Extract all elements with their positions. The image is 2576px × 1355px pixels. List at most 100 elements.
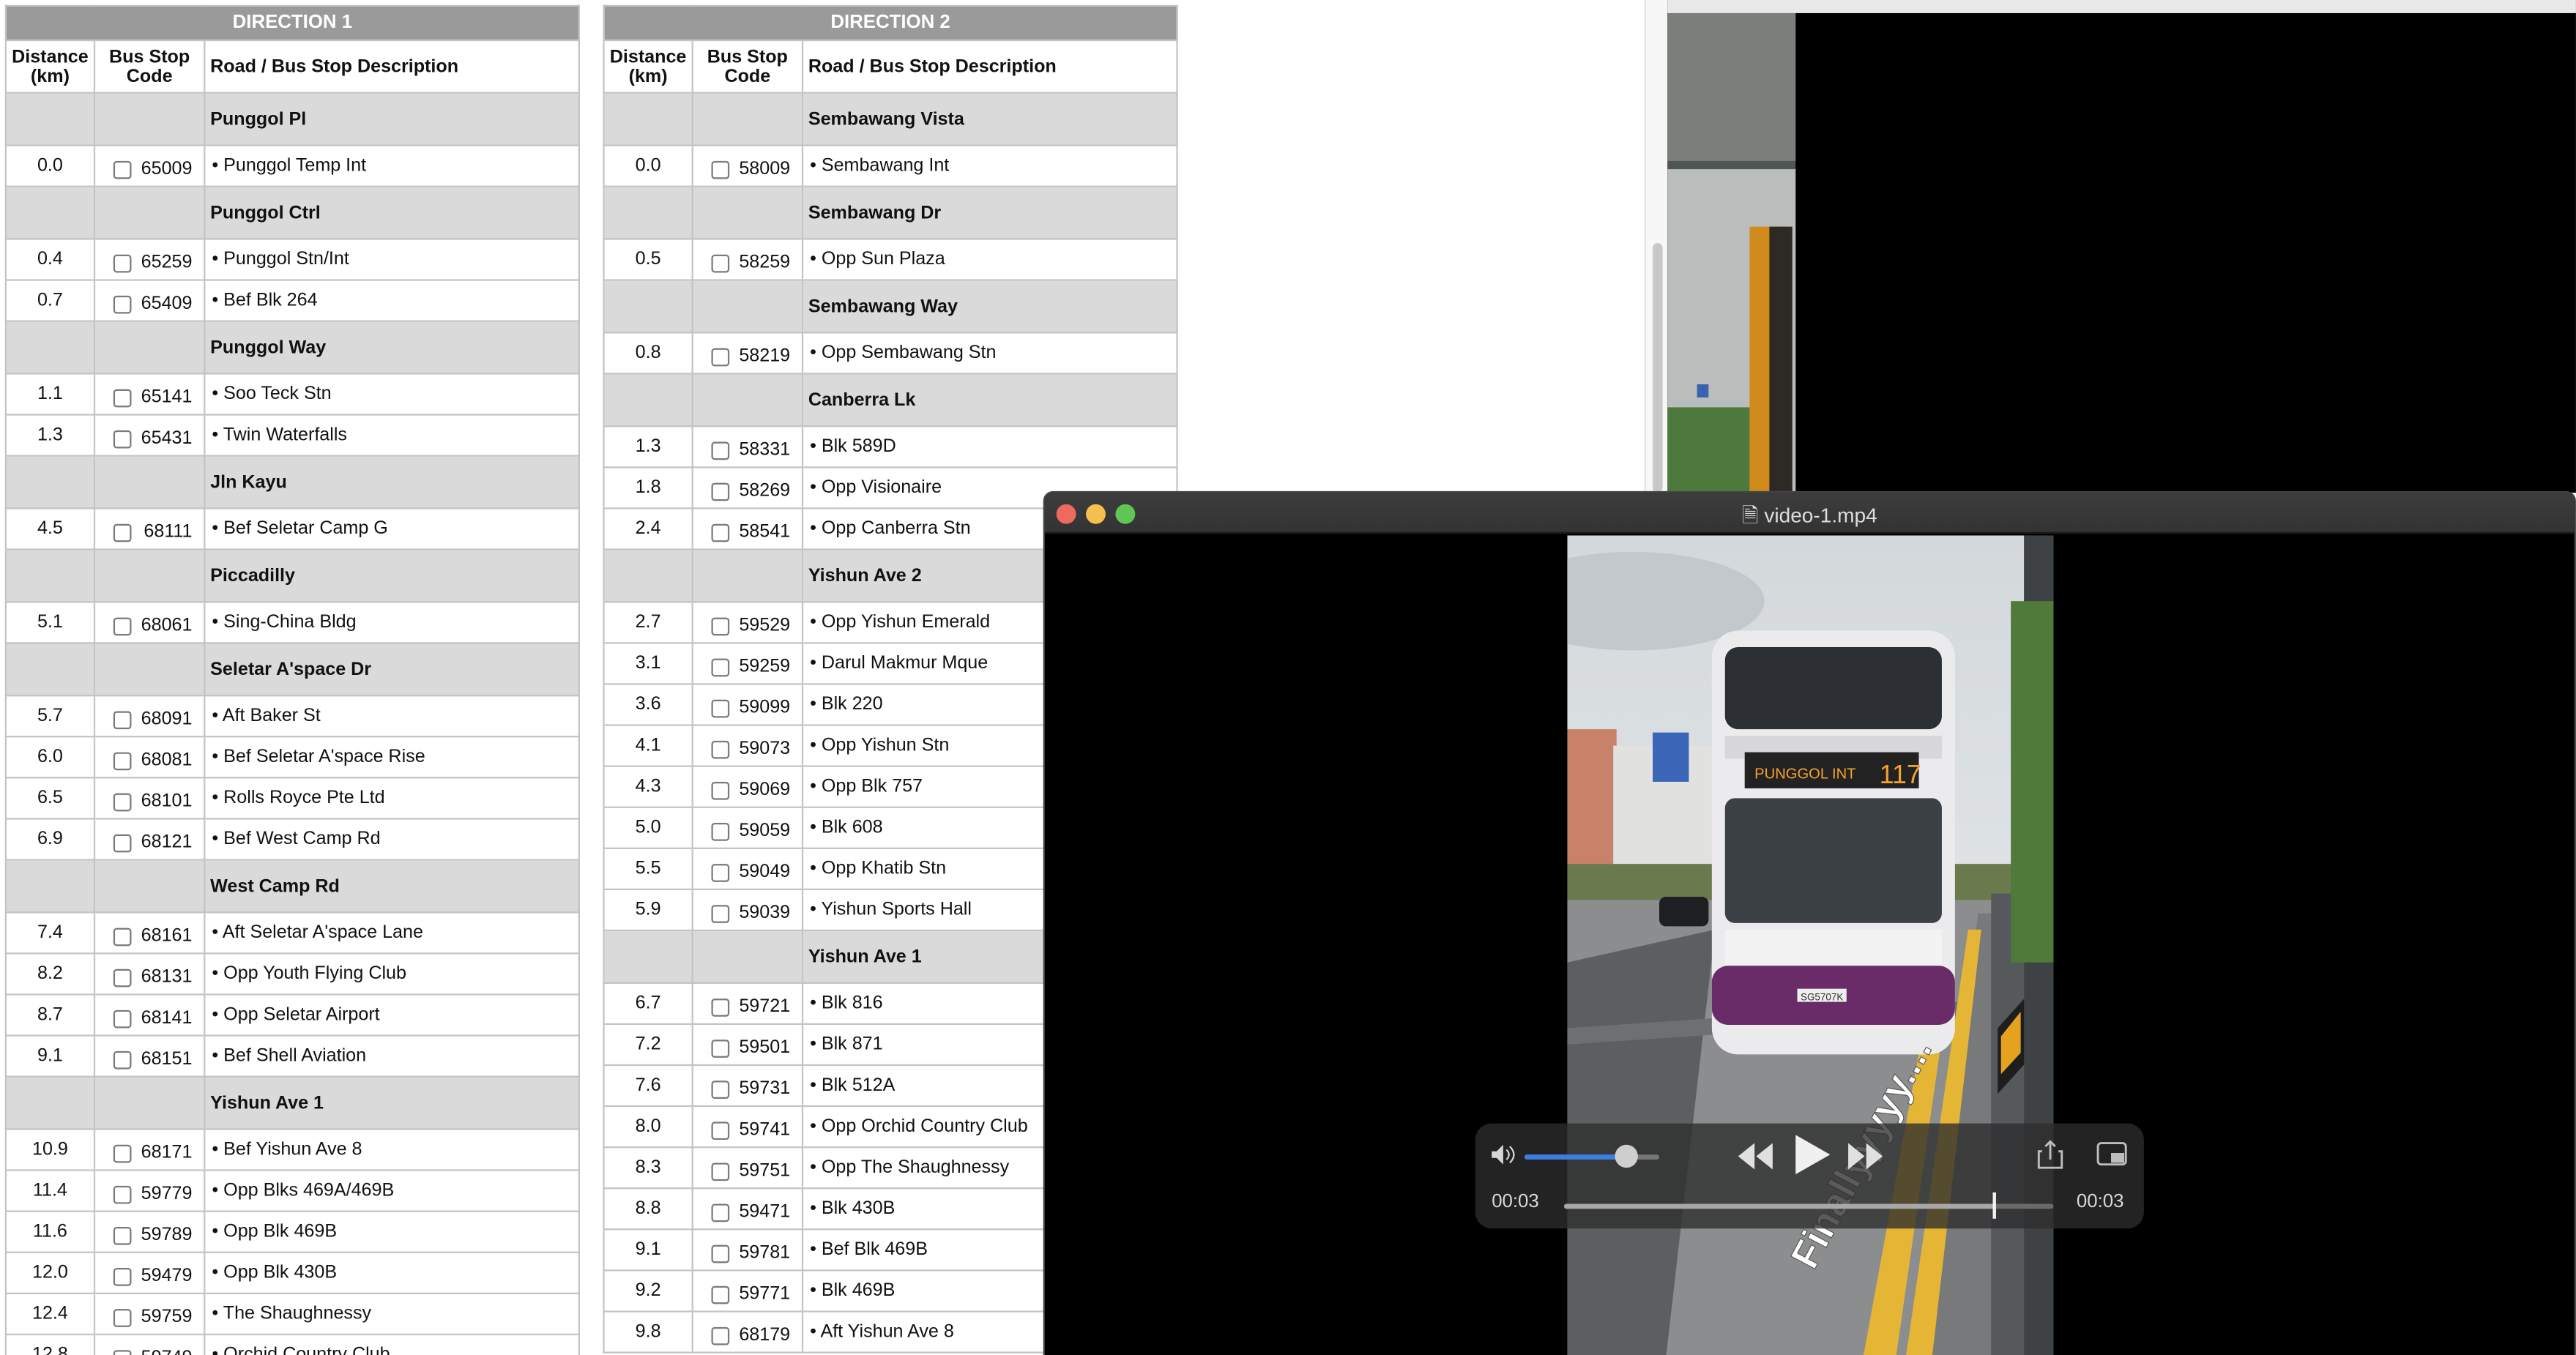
bus-stop-name: • Aft Seletar A'space Lane: [204, 911, 580, 955]
bus-stop-checkbox[interactable]: [711, 1326, 730, 1345]
bus-stop-checkbox[interactable]: [113, 927, 132, 947]
bus-stop-checkbox[interactable]: [113, 254, 132, 273]
bus-stop-checkbox[interactable]: [711, 160, 730, 179]
bus-stop-checkbox[interactable]: [113, 1050, 132, 1070]
bus-stop-checkbox[interactable]: [113, 1009, 132, 1029]
bus-stop-checkbox[interactable]: [711, 699, 730, 718]
bus-stop-code: 68161: [141, 926, 193, 947]
distance-cell: 8.7: [4, 993, 96, 1037]
speaker-icon[interactable]: [1490, 1143, 1519, 1166]
playhead[interactable]: [1993, 1192, 1997, 1219]
empty-cell: [691, 92, 804, 146]
empty-cell: [93, 185, 206, 240]
road-section-row: Sembawang Vista: [603, 92, 1178, 146]
scrollbar-thumb[interactable]: [1653, 243, 1663, 493]
bus-stop-row: 10.9 68171 • Bef Yishun Ave 8: [4, 1128, 580, 1171]
bus-stop-checkbox[interactable]: [113, 834, 132, 853]
bus-stop-name: • Punggol Stn/Int: [204, 238, 580, 281]
bus-stop-checkbox[interactable]: [711, 617, 730, 636]
bus-stop-checkbox[interactable]: [711, 348, 730, 367]
play-icon[interactable]: [1793, 1133, 1832, 1176]
bus-stop-code: 59751: [739, 1161, 791, 1182]
bus-stop-checkbox[interactable]: [711, 1121, 730, 1141]
bus-stop-checkbox[interactable]: [113, 968, 132, 988]
volume-level: [1525, 1154, 1627, 1160]
bus-stop-checkbox[interactable]: [113, 1268, 132, 1286]
bus-stop-code-header: Bus Stop Code: [93, 39, 206, 94]
document-icon: 🗎: [1741, 504, 1759, 528]
bus-stop-row: 6.9 68121 • Bef West Camp Rd: [4, 818, 580, 861]
bus-stop-checkbox[interactable]: [711, 1203, 730, 1223]
bus-stop-checkbox[interactable]: [113, 1350, 132, 1355]
bus-stop-checkbox[interactable]: [711, 1285, 730, 1304]
bus-stop-checkbox[interactable]: [113, 1226, 132, 1245]
bus-stop-checkbox[interactable]: [113, 617, 132, 636]
bus-stop-code: 58269: [739, 481, 791, 501]
bus-stop-checkbox[interactable]: [711, 1039, 730, 1058]
description-header: Road / Bus Stop Description: [801, 39, 1178, 94]
share-icon[interactable]: [2037, 1140, 2063, 1169]
picture-in-picture-icon[interactable]: [2096, 1141, 2129, 1168]
direction-1-title: DIRECTION 1: [4, 4, 580, 42]
window-title-bar[interactable]: 🗎 video-1.mp4: [1044, 493, 2575, 534]
road-name: Sembawang Dr: [801, 185, 1178, 240]
bus-stop-checkbox[interactable]: [711, 482, 730, 501]
distance-cell: 1.3: [4, 414, 96, 457]
bus-stop-checkbox[interactable]: [113, 160, 132, 179]
bus-stop-code: 68101: [141, 791, 193, 812]
rewind-icon[interactable]: [1738, 1143, 1774, 1170]
distance-cell: 6.0: [4, 736, 96, 779]
distance-cell: 9.8: [603, 1310, 693, 1354]
bus-stop-checkbox[interactable]: [113, 711, 132, 730]
bus-stop-name: • Punggol Temp Int: [204, 144, 580, 187]
bus-stop-code-cell: 59779: [93, 1169, 206, 1212]
bus-stop-checkbox[interactable]: [711, 1244, 730, 1263]
direction-1-table: DIRECTION 1 Distance (km) Bus Stop Code …: [4, 4, 580, 1355]
bus-stop-code: 68061: [141, 616, 193, 636]
distance-cell: 0.0: [4, 144, 96, 187]
bus-stop-checkbox[interactable]: [711, 740, 730, 759]
bus-stop-checkbox[interactable]: [113, 752, 132, 771]
bus-stop-checkbox[interactable]: [711, 823, 730, 841]
bus-stop-code: 59049: [739, 862, 791, 882]
bus-stop-code: 59781: [739, 1243, 791, 1263]
bus-stop-checkbox[interactable]: [711, 441, 730, 460]
bus-stop-checkbox[interactable]: [711, 523, 730, 542]
volume-knob[interactable]: [1615, 1144, 1639, 1168]
fast-forward-icon[interactable]: [1848, 1143, 1884, 1170]
bus-stop-checkbox[interactable]: [711, 905, 730, 923]
bus-stop-checkbox[interactable]: [711, 1080, 730, 1099]
bus-stop-checkbox[interactable]: [711, 864, 730, 882]
current-time: 00:03: [1492, 1192, 1539, 1212]
bus-stop-code-cell: 65431: [93, 414, 206, 457]
distance-cell: 7.4: [4, 911, 96, 955]
bus-stop-checkbox[interactable]: [113, 523, 132, 542]
road-name: Punggol Way: [204, 320, 580, 375]
bus-stop-row: 0.4 65259 • Punggol Stn/Int: [4, 238, 580, 281]
empty-cell: [4, 320, 96, 375]
bus-stop-code: 59789: [141, 1225, 193, 1245]
bus-stop-checkbox[interactable]: [113, 1309, 132, 1327]
bus-stop-checkbox[interactable]: [113, 430, 132, 449]
bus-stop-code-cell: 68091: [93, 695, 206, 738]
bus-stop-checkbox[interactable]: [711, 1162, 730, 1182]
bus-stop-checkbox[interactable]: [711, 781, 730, 800]
bus-stop-checkbox[interactable]: [113, 1185, 132, 1204]
playback-controls[interactable]: 00:03 00:03: [1475, 1123, 2144, 1229]
bus-stop-checkbox[interactable]: [113, 295, 132, 314]
bus-stop-code-cell: 59741: [691, 1105, 804, 1149]
bus-stop-checkbox[interactable]: [711, 998, 730, 1017]
background-video-window[interactable]: [1667, 0, 2576, 498]
bus-stop-checkbox[interactable]: [113, 389, 132, 408]
distance-cell: 1.1: [4, 373, 96, 416]
bus-stop-code-cell: 59259: [691, 642, 804, 685]
bus-stop-row: 5.1 68061 • Sing-China Bldg: [4, 601, 580, 644]
bus-stop-row: 1.1 65141 • Soo Teck Stn: [4, 373, 580, 416]
bus-stop-checkbox[interactable]: [711, 254, 730, 273]
bus-stop-checkbox[interactable]: [113, 1144, 132, 1163]
bus-stop-checkbox[interactable]: [113, 793, 132, 812]
bus-stop-code: 59749: [141, 1348, 193, 1355]
bus-stop-code-cell: 68171: [93, 1128, 206, 1171]
distance-cell: 11.6: [4, 1210, 96, 1253]
bus-stop-checkbox[interactable]: [711, 658, 730, 677]
